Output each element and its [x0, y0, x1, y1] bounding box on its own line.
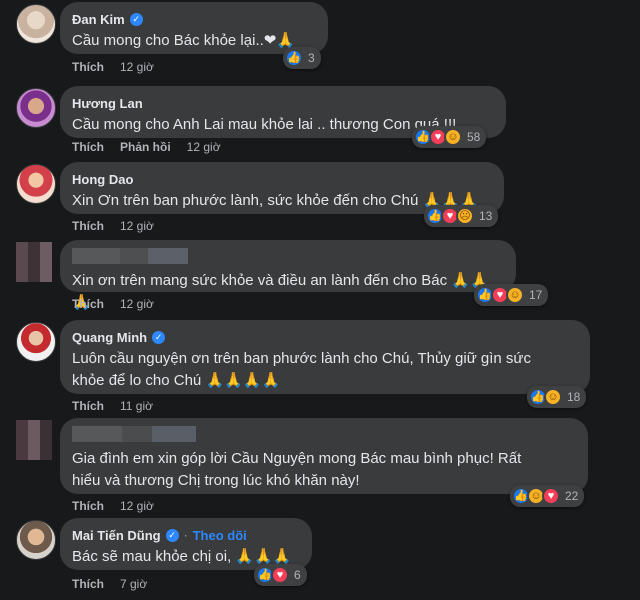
comment-bubble: Gia đình em xin góp lời Cầu Nguyện mong … — [60, 418, 588, 494]
comment-time[interactable]: 12 giờ — [187, 140, 221, 154]
reply-action[interactable]: Phản hồi — [120, 140, 171, 154]
like-action[interactable]: Thích — [72, 499, 104, 513]
emoji-text: 🙏🙏🙏🙏 — [205, 372, 281, 389]
like-action[interactable]: Thích — [72, 297, 104, 311]
reaction-count: 18 — [567, 390, 581, 404]
comment-text: Cầu mong cho Bác khỏe lại.. — [72, 32, 264, 49]
comment-bubble: Xin ơn trên mang sức khỏe và điều an làn… — [60, 240, 516, 311]
commenter-name[interactable]: Mai Tiến Dũng — [72, 528, 161, 543]
redacted-name — [72, 426, 576, 442]
comment-time[interactable]: 11 giờ — [120, 399, 153, 413]
comment-bubble: Mai Tiến Dũng ✓ · Theo dõi Bác sẽ mau kh… — [60, 518, 312, 570]
reaction-summary[interactable]: 👍 ☺ ♥ 22 — [510, 485, 585, 507]
sad-reaction-icon: ☹ — [456, 207, 474, 225]
separator-dot: · — [183, 528, 188, 542]
avatar[interactable] — [16, 88, 56, 128]
reaction-summary[interactable]: 👍 ♥ ☺ 17 — [474, 284, 549, 306]
avatar[interactable] — [16, 242, 52, 282]
commenter-name[interactable]: Hong Dao — [72, 172, 133, 187]
avatar[interactable] — [16, 164, 56, 204]
comment-time[interactable]: 12 giờ — [120, 297, 154, 311]
like-action[interactable]: Thích — [72, 219, 104, 233]
redacted-name — [72, 248, 504, 264]
verified-badge-icon: ✓ — [152, 330, 166, 344]
comment-time[interactable]: 12 giờ — [120, 499, 154, 513]
like-reaction-icon: 👍 — [285, 49, 303, 67]
comment-actions: Thích 12 giờ — [72, 60, 154, 74]
like-action[interactable]: Thích — [72, 577, 104, 591]
reaction-count: 3 — [308, 51, 315, 65]
avatar[interactable] — [16, 322, 56, 362]
love-reaction-icon: ♥ — [271, 566, 289, 584]
reaction-summary[interactable]: 👍 ♥ 6 — [254, 564, 307, 586]
like-action[interactable]: Thích — [72, 60, 104, 74]
comment-time[interactable]: 7 giờ — [120, 577, 147, 591]
reaction-count: 13 — [479, 209, 493, 223]
comment-actions: Thích 12 giờ — [72, 499, 154, 513]
comment-actions: Thích 12 giờ — [72, 297, 154, 311]
comment-actions: Thích 7 giờ — [72, 577, 147, 591]
comment-bubble: Đan Kim ✓ Cầu mong cho Bác khỏe lại..❤🙏 — [60, 2, 328, 54]
comment-time[interactable]: 12 giờ — [120, 219, 154, 233]
comment-text: Xin ơn trên mang sức khỏe và điều an làn… — [72, 272, 448, 289]
reaction-count: 58 — [467, 130, 481, 144]
comment-actions: Thích 12 giờ — [72, 219, 154, 233]
reaction-summary[interactable]: 👍 ♥ ☺ 58 — [412, 126, 487, 148]
avatar[interactable] — [16, 420, 52, 460]
commenter-name[interactable]: Quang Minh — [72, 330, 147, 345]
comment-time[interactable]: 12 giờ — [120, 60, 154, 74]
reaction-summary[interactable]: 👍 ☺ 18 — [527, 386, 587, 408]
verified-badge-icon: ✓ — [129, 12, 143, 26]
like-action[interactable]: Thích — [72, 399, 104, 413]
emoji-text: 🙏🙏🙏 — [235, 548, 292, 565]
care-reaction-icon: ☺ — [506, 286, 524, 304]
comment-bubble: Quang Minh ✓ Luôn cầu nguyện ơn trên ban… — [60, 320, 590, 394]
comment-text: Bác sẽ mau khỏe chị oi, — [72, 548, 236, 565]
comment-actions: Thích 11 giờ — [72, 399, 153, 413]
follow-button[interactable]: Theo dõi — [193, 528, 247, 543]
comment-text: Cầu mong cho Anh Lai mau khỏe lai .. thư… — [72, 116, 457, 133]
reaction-count: 17 — [529, 288, 543, 302]
verified-badge-icon: ✓ — [165, 528, 179, 542]
reaction-count: 22 — [565, 489, 579, 503]
avatar[interactable] — [16, 520, 56, 560]
commenter-name[interactable]: Đan Kim — [72, 12, 125, 27]
like-action[interactable]: Thích — [72, 140, 104, 154]
avatar[interactable] — [16, 4, 56, 44]
comment-text: Luôn cầu nguyện ơn trên ban phước lành c… — [72, 350, 531, 389]
reaction-summary[interactable]: 👍 3 — [283, 47, 321, 69]
commenter-name[interactable]: Hương Lan — [72, 96, 143, 111]
care-reaction-icon: ☺ — [444, 128, 462, 146]
comment-actions: Thích Phản hồi 12 giờ — [72, 140, 221, 154]
reaction-summary[interactable]: 👍 ♥ ☹ 13 — [424, 205, 499, 227]
love-reaction-icon: ♥ — [542, 487, 560, 505]
comment-text: Xin Ơn trên ban phước lành, sức khỏe đến… — [72, 192, 419, 209]
comment-text: Gia đình em xin góp lời Cầu Nguyện mong … — [72, 450, 522, 489]
reaction-count: 6 — [294, 568, 301, 582]
care-reaction-icon: ☺ — [544, 388, 562, 406]
